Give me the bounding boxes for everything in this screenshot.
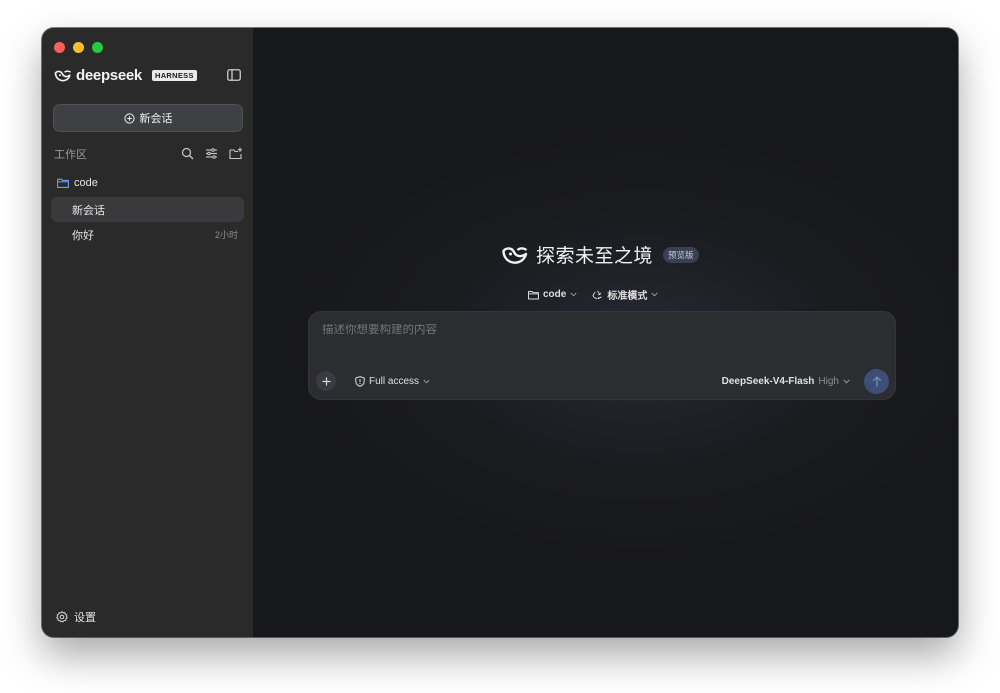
access-selector[interactable]: Full access [355, 376, 430, 387]
send-button[interactable] [864, 369, 889, 394]
hero-title: 探索未至之境 [536, 246, 654, 267]
folder-selector[interactable]: code [528, 289, 577, 300]
folder-label: code [74, 177, 98, 189]
chevron-down-icon [843, 379, 850, 384]
composer-options: code 标准模式 [528, 287, 658, 302]
settings-label: 设置 [74, 612, 96, 624]
new-chat-button[interactable]: 新会话 [53, 104, 243, 132]
folder-code[interactable]: code [57, 177, 98, 189]
deepseek-whale-logo-icon [502, 246, 528, 264]
arrow-up-icon [872, 376, 881, 387]
app-window: deepseek HARNESS 新会话 工作区 code 新会话 你好 2小时… [42, 28, 958, 637]
conversation-title: 你好 [72, 229, 94, 242]
gear-icon [56, 611, 68, 623]
search-icon[interactable] [181, 147, 194, 160]
filter-icon[interactable] [205, 147, 218, 160]
attach-button[interactable] [316, 371, 336, 391]
main-panel: 探索未至之境 预览版 code 标准模式 描述你想要构建的内容 Full acc… [253, 28, 958, 637]
settings-button[interactable]: 设置 [56, 609, 96, 625]
brand-name: deepseek [76, 67, 142, 84]
close-window-button[interactable] [54, 42, 65, 53]
model-name: DeepSeek-V4-Flash [721, 376, 815, 387]
access-label: Full access [369, 376, 420, 387]
plus-circle-icon [123, 112, 135, 124]
model-selector[interactable]: DeepSeek-V4-Flash High [722, 376, 850, 387]
chevron-down-icon [570, 292, 577, 297]
workspace-tools [181, 147, 242, 160]
folder-icon [57, 178, 69, 188]
workspace-header: 工作区 [54, 147, 242, 161]
shield-icon [355, 376, 365, 387]
sidebar-toggle-icon[interactable] [227, 69, 241, 81]
brand-badge: HARNESS [151, 70, 197, 81]
chevron-down-icon [423, 379, 430, 384]
model-reasoning-level: High [818, 376, 839, 387]
folder-icon [528, 290, 539, 300]
minimize-window-button[interactable] [73, 42, 84, 53]
window-controls [54, 42, 103, 53]
workspace-title: 工作区 [54, 149, 87, 161]
new-chat-label: 新会话 [139, 113, 173, 125]
recycle-icon [592, 290, 603, 299]
folder-selector-label: code [543, 289, 567, 300]
prompt-input[interactable] [322, 324, 862, 336]
mode-selector-label: 标准模式 [607, 291, 648, 302]
deepseek-logo-icon [54, 69, 72, 81]
preview-badge: 预览版 [663, 246, 699, 263]
sidebar: deepseek HARNESS 新会话 工作区 code 新会话 你好 2小时… [42, 28, 253, 637]
plus-icon [322, 377, 330, 385]
conversation-item[interactable]: 新会话 [51, 197, 244, 222]
hero-heading: 探索未至之境 预览版 [502, 241, 699, 268]
brand: deepseek HARNESS [54, 67, 197, 84]
composer: Full access DeepSeek-V4-Flash High [308, 311, 896, 400]
chevron-down-icon [651, 292, 658, 297]
mode-selector[interactable]: 标准模式 [592, 287, 658, 302]
conversation-time: 2小时 [214, 230, 238, 240]
conversation-title: 新会话 [72, 204, 105, 217]
zoom-window-button[interactable] [92, 42, 103, 53]
new-folder-icon[interactable] [229, 147, 242, 160]
conversation-item[interactable]: 你好 2小时 [51, 222, 244, 247]
